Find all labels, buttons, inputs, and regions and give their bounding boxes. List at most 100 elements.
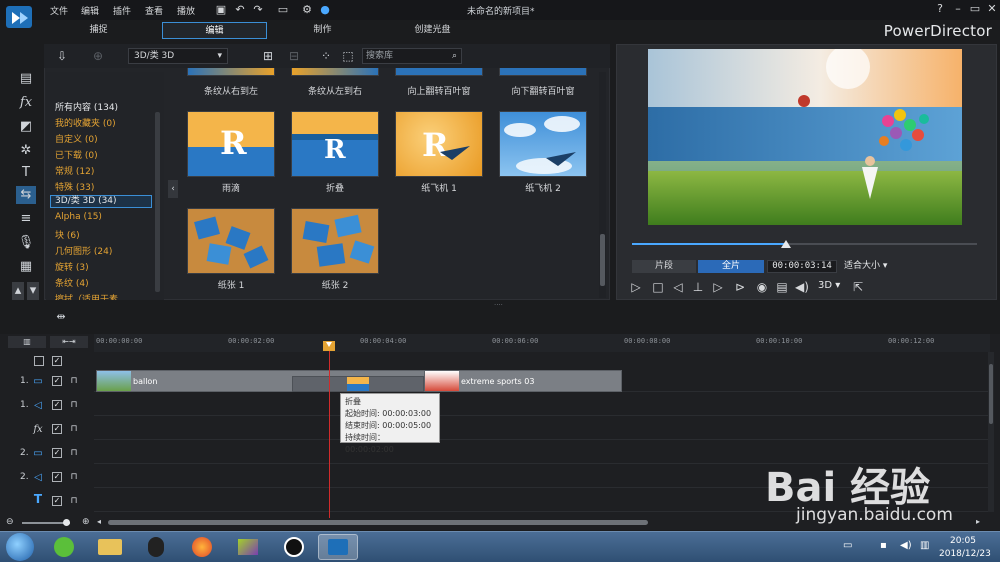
voice-over-icon[interactable]: 🎙	[16, 234, 36, 252]
menu-plugins[interactable]: 插件	[113, 4, 131, 17]
download-icon[interactable]: ⊕	[90, 48, 106, 64]
update-icon[interactable]: ●	[318, 3, 332, 16]
volume-tray-icon[interactable]: ◀)	[900, 540, 912, 551]
title-room-icon[interactable]: T	[16, 164, 36, 182]
category-item[interactable]: 所有内容 (134)	[55, 100, 118, 113]
lock-icon[interactable]: ⊓	[69, 496, 79, 506]
audio-mixing-icon[interactable]: ≡	[16, 210, 36, 228]
category-select[interactable]: 3D/类 3D ▾	[128, 48, 228, 64]
keyboard-icon[interactable]: ▭	[843, 540, 852, 551]
category-item[interactable]: 常规 (12)	[55, 164, 94, 177]
menu-file[interactable]: 文件	[50, 4, 68, 17]
chevron-down-icon[interactable]: ▾	[27, 282, 39, 300]
thumb-paper-1[interactable]	[187, 208, 275, 274]
taskbar-app-powerdirector[interactable]	[318, 534, 358, 560]
timeline-vertical-thumb[interactable]	[989, 364, 993, 424]
timeline-zoom-icon[interactable]: ⇤⇥	[50, 336, 88, 348]
movie-mode-button[interactable]: 全片	[698, 260, 764, 273]
split-icon[interactable]: ⊥	[690, 279, 706, 295]
save-icon[interactable]: ▣	[214, 3, 228, 16]
transition-overlap[interactable]	[292, 376, 424, 392]
thumb-paper-plane-2[interactable]	[499, 111, 587, 177]
thumb-paper-2[interactable]	[291, 208, 379, 274]
snapshot-icon[interactable]: ◉	[754, 279, 770, 295]
lock-icon[interactable]: ⊓	[69, 376, 79, 386]
clip-mode-button[interactable]: 片段	[632, 260, 696, 273]
category-item[interactable]: 已下载 (0)	[55, 148, 98, 161]
thumb-image[interactable]	[187, 68, 275, 76]
track-enable-checkbox[interactable]: ✓	[52, 448, 62, 458]
play-icon[interactable]: ▷	[628, 279, 644, 295]
clock-time[interactable]: 20:05	[950, 536, 976, 546]
fit-icon[interactable]: ⬚	[340, 48, 356, 64]
subtitle-icon[interactable]: ▤	[774, 279, 790, 295]
next-frame-icon[interactable]: ▷	[710, 279, 726, 295]
lock-icon[interactable]: ⊓	[69, 448, 79, 458]
track-enable-checkbox[interactable]: ✓	[52, 400, 62, 410]
timeline-horizontal-scrollbar[interactable]	[108, 520, 648, 525]
maximize-icon[interactable]: ▭	[967, 2, 983, 16]
lock-icon[interactable]: ⊓	[69, 472, 79, 482]
chevron-up-icon[interactable]: ▴	[12, 282, 24, 300]
start-button[interactable]	[6, 533, 34, 561]
zoom-fit-select[interactable]: 适合大小 ▾	[841, 260, 901, 273]
category-item[interactable]: 旋转 (3)	[55, 260, 89, 273]
aspect-ratio-icon[interactable]: ▭	[272, 3, 294, 16]
tab-produce[interactable]: 制作	[270, 22, 375, 39]
timeline-fit-icon[interactable]: ⇹	[52, 310, 70, 324]
transition-room-icon[interactable]: ⇆	[16, 186, 36, 204]
search-icon[interactable]: ⌕	[452, 49, 457, 63]
track-enable-checkbox[interactable]: ✓	[52, 424, 62, 434]
category-item[interactable]: 自定义 (0)	[55, 132, 98, 145]
thumb-paper-plane-1[interactable]: R	[395, 111, 483, 177]
close-icon[interactable]: ✕	[984, 2, 1000, 16]
tray-icon[interactable]: ▪	[880, 540, 887, 551]
timecode-display[interactable]: 00:00:03:14	[767, 260, 837, 273]
volume-icon[interactable]: ◀)	[794, 279, 810, 295]
redo-icon[interactable]: ↷	[251, 3, 265, 16]
track-enable-checkbox[interactable]: ✓	[52, 376, 62, 386]
track-enable-checkbox[interactable]: ✓	[52, 472, 62, 482]
lock-icon[interactable]: ⊓	[69, 424, 79, 434]
thumb-image[interactable]	[395, 68, 483, 76]
all-tracks-enable-checkbox[interactable]: ✓	[52, 356, 62, 366]
media-room-icon[interactable]: ▤	[16, 70, 36, 88]
taskbar-app-explorer[interactable]	[90, 534, 130, 560]
playhead[interactable]	[323, 341, 335, 351]
grid-view-icon[interactable]: ⁘	[318, 48, 334, 64]
thumb-image[interactable]	[499, 68, 587, 76]
category-item[interactable]: 特殊 (33)	[55, 180, 94, 193]
tab-create-disc[interactable]: 创建光盘	[380, 22, 485, 39]
scroll-left-icon[interactable]: ◂	[97, 517, 101, 526]
collapse-icon[interactable]: ‹	[168, 180, 178, 198]
category-scrollbar[interactable]	[155, 112, 160, 292]
thumb-raindrop[interactable]: R	[187, 111, 275, 177]
splitter-handle[interactable]: ····	[494, 301, 506, 309]
category-item[interactable]: 擦拭（适用于素	[55, 292, 118, 300]
zoom-slider-knob[interactable]	[63, 519, 70, 526]
prev-frame-icon[interactable]: ◁	[670, 279, 686, 295]
menu-view[interactable]: 查看	[145, 4, 163, 17]
taskbar-app-360[interactable]	[44, 534, 84, 560]
lock-icon[interactable]: ⊓	[69, 400, 79, 410]
menu-play[interactable]: 播放	[177, 4, 195, 17]
help-icon[interactable]: ?	[932, 2, 948, 16]
thumb-image[interactable]	[291, 68, 379, 76]
preview-seek-knob[interactable]	[781, 240, 791, 248]
settings-icon[interactable]: ⚙	[300, 3, 314, 16]
undock-icon[interactable]: ⇱	[850, 279, 866, 295]
fast-forward-icon[interactable]: ⊳	[732, 279, 748, 295]
network-icon[interactable]: ▥	[920, 540, 929, 551]
all-tracks-checkbox[interactable]	[34, 356, 44, 366]
pip-room-icon[interactable]: ◩	[16, 118, 36, 136]
stop-icon[interactable]: □	[650, 279, 666, 295]
tab-edit[interactable]: 编辑	[162, 22, 267, 39]
remove-icon[interactable]: ⊟	[286, 48, 302, 64]
zoom-in-icon[interactable]: ⊕	[82, 517, 90, 527]
3d-mode-toggle[interactable]: 3D ▾	[818, 280, 840, 291]
video-clip-extreme-sports[interactable]: extreme sports 03	[424, 370, 622, 392]
effect-room-icon[interactable]: fx	[16, 94, 36, 112]
taskbar-app-recorder[interactable]	[274, 534, 314, 560]
track-manager-icon[interactable]: ▥	[8, 336, 46, 348]
import-icon[interactable]: ⇩	[54, 48, 70, 64]
